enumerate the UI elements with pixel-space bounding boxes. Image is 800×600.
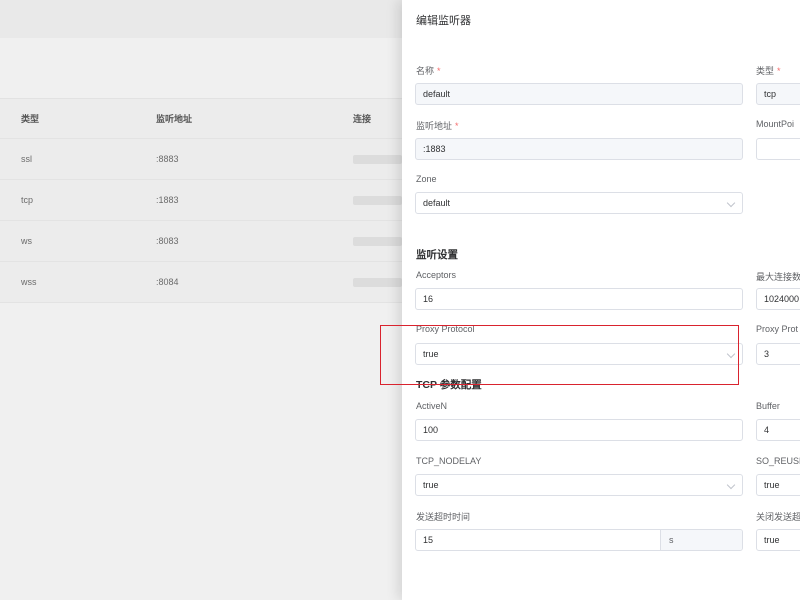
connection-bar xyxy=(353,277,402,287)
max-connections-label: 最大连接数 xyxy=(756,272,800,282)
name-label: 名称 * xyxy=(416,66,441,76)
drawer-title: 编辑监听器 xyxy=(416,15,471,27)
send-timeout-label: 发送超时时间 xyxy=(416,512,471,522)
connection-bar xyxy=(353,154,402,164)
proxy-protocol-timeout-input[interactable]: 3 xyxy=(756,343,800,365)
acceptors-label: Acceptors xyxy=(416,270,457,280)
active-n-label: ActiveN xyxy=(416,401,448,411)
tcp-nodelay-value: true xyxy=(423,480,439,490)
table-row[interactable]: ssl :8883 xyxy=(0,139,402,180)
table-row[interactable]: wss :8084 xyxy=(0,262,402,303)
background-top-band xyxy=(0,0,402,38)
header-address: 监听地址 xyxy=(156,114,193,124)
type-input[interactable]: tcp xyxy=(756,83,800,105)
table-row[interactable]: ws :8083 xyxy=(0,221,402,262)
type-label: 类型 * xyxy=(756,66,781,76)
send-timeout-unit: s xyxy=(660,530,742,550)
zone-select[interactable]: default xyxy=(415,192,743,214)
highlight-annotation-box xyxy=(380,325,739,385)
buffer-label: Buffer xyxy=(756,401,780,411)
zone-select-value: default xyxy=(423,198,451,208)
row-address: :8084 xyxy=(156,277,179,287)
send-timeout-value: 15 xyxy=(423,535,434,545)
listener-settings-heading: 监听设置 xyxy=(416,249,458,261)
active-n-input[interactable]: 100 xyxy=(415,419,743,441)
connection-bar xyxy=(353,195,402,205)
header-connections: 连接 xyxy=(353,114,372,124)
row-address: :1883 xyxy=(156,195,179,205)
mountpoint-input[interactable] xyxy=(756,138,800,160)
buffer-input[interactable]: 4 xyxy=(756,419,800,441)
bind-label: 监听地址 * xyxy=(416,121,459,131)
so-reuseaddr-select[interactable]: true xyxy=(756,474,800,496)
so-reuseaddr-label: SO_REUSE xyxy=(756,456,800,466)
row-type: ws xyxy=(21,236,32,246)
send-timeout-input[interactable]: 15 s xyxy=(415,529,743,551)
zone-label: Zone xyxy=(416,174,437,184)
table-header: 类型 监听地址 连接 xyxy=(0,99,402,139)
send-timeout-close-label: 关闭发送超 xyxy=(756,512,800,522)
connection-bar xyxy=(353,236,402,246)
name-input[interactable]: default xyxy=(415,83,743,105)
mountpoint-label: MountPoi xyxy=(756,119,795,129)
listener-table: 类型 监听地址 连接 ssl :8883 tcp :1883 ws :8083 … xyxy=(0,98,402,303)
row-type: wss xyxy=(21,277,37,287)
tcp-nodelay-select[interactable]: true xyxy=(415,474,743,496)
max-connections-input[interactable]: 1024000 xyxy=(756,288,800,310)
row-type: tcp xyxy=(21,195,34,205)
proxy-protocol-timeout-label: Proxy Prot xyxy=(756,324,799,334)
row-type: ssl xyxy=(21,154,32,164)
chevron-down-icon xyxy=(726,480,736,490)
row-address: :8083 xyxy=(156,236,179,246)
table-row[interactable]: tcp :1883 xyxy=(0,180,402,221)
header-type: 类型 xyxy=(21,114,40,124)
edit-listener-drawer: 编辑监听器 名称 * default 类型 * tcp 监听地址 * :1883 Mo… xyxy=(402,0,800,600)
acceptors-input[interactable]: 16 xyxy=(415,288,743,310)
chevron-down-icon xyxy=(726,198,736,208)
send-timeout-close-select[interactable]: true xyxy=(756,529,800,551)
row-address: :8883 xyxy=(156,154,179,164)
bind-input[interactable]: :1883 xyxy=(415,138,743,160)
tcp-nodelay-label: TCP_NODELAY xyxy=(416,456,482,466)
